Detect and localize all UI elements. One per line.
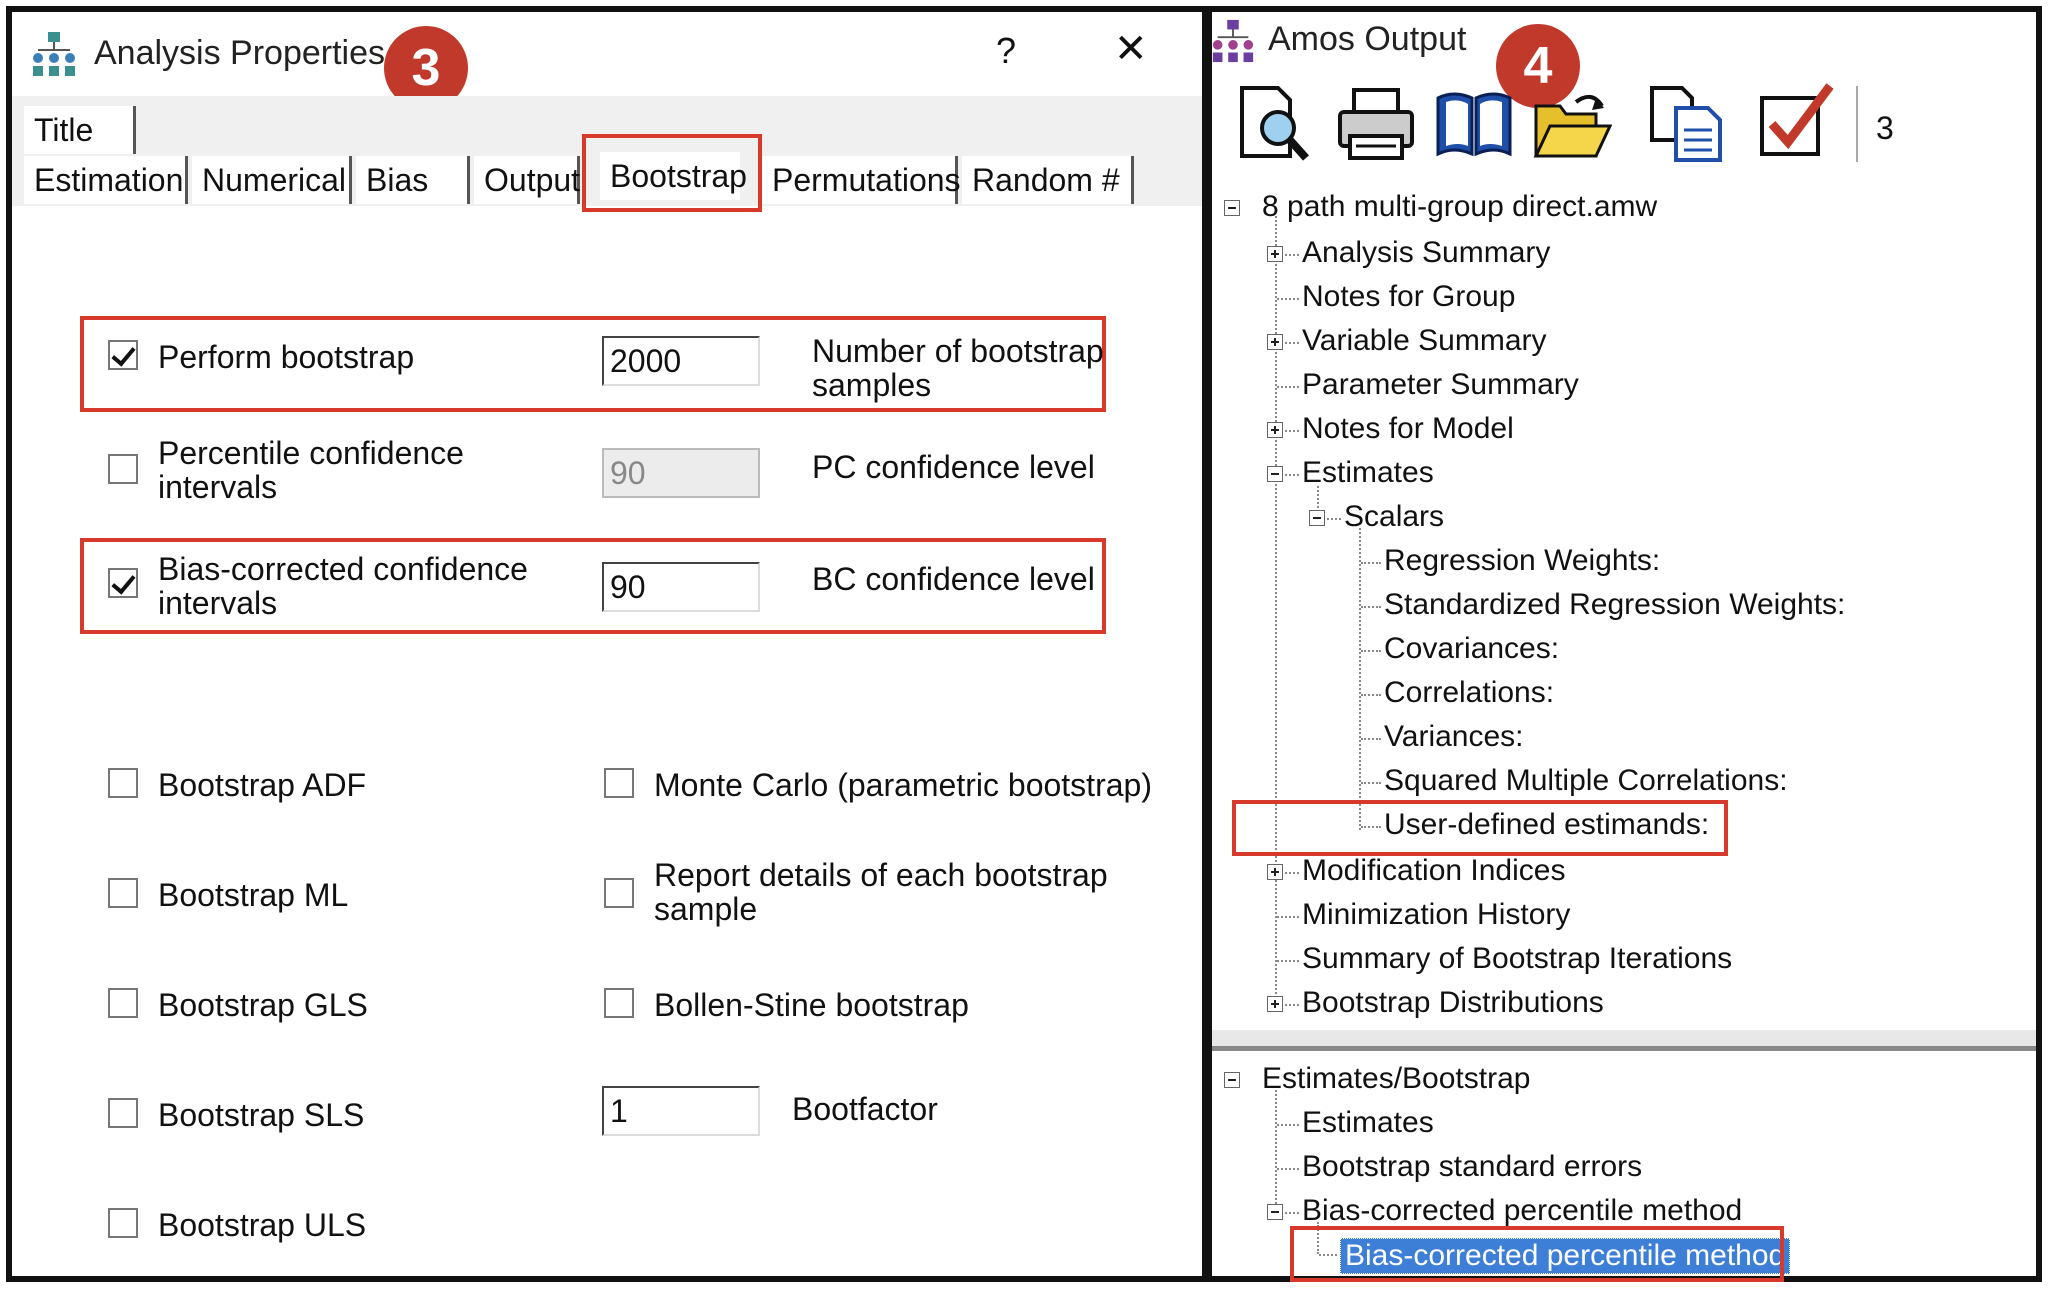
tree-variable-summary[interactable]: Variable Summary	[1302, 324, 1547, 358]
collapse-icon[interactable]	[1224, 1072, 1240, 1088]
bottom-tree-bias-corrected-group[interactable]: Bias-corrected percentile method	[1302, 1194, 1742, 1228]
tab-output[interactable]: Output	[474, 156, 580, 204]
bottom-tree-root[interactable]: Estimates/Bootstrap	[1262, 1062, 1530, 1096]
bias-corrected-method-highlight	[1290, 1226, 1784, 1282]
expand-icon[interactable]	[1267, 422, 1283, 438]
report-details-label-2: sample	[654, 891, 758, 927]
copy-icon[interactable]	[1648, 84, 1728, 164]
expand-icon[interactable]	[1267, 996, 1283, 1012]
bootfactor-input[interactable]: 1	[602, 1086, 760, 1136]
tab-estimation[interactable]: Estimation	[24, 156, 188, 204]
bootstrap-samples-input[interactable]: 2000	[602, 336, 760, 386]
report-details-label: Report details of each bootstrap	[654, 857, 1108, 893]
percentile-ci-label: Percentile confidence	[158, 435, 464, 471]
tree-standardized-regression-weights[interactable]: Standardized Regression Weights:	[1384, 588, 1845, 622]
tree-parameter-summary[interactable]: Parameter Summary	[1302, 368, 1579, 402]
bias-corrected-ci-label-2: intervals	[158, 585, 278, 621]
collapse-icon[interactable]	[1224, 200, 1240, 216]
bootstrap-gls-label: Bootstrap GLS	[158, 987, 368, 1023]
tree-variances[interactable]: Variances:	[1384, 720, 1524, 754]
tree-modification-indices[interactable]: Modification Indices	[1302, 854, 1565, 888]
toolbar-separator	[1856, 86, 1858, 162]
output-window-title: Amos Output	[1268, 20, 1467, 58]
tab-numerical[interactable]: Numerical	[192, 156, 352, 204]
bottom-tree-estimates[interactable]: Estimates	[1302, 1106, 1434, 1140]
print-icon[interactable]	[1336, 84, 1416, 164]
bootstrap-uls-label: Bootstrap ULS	[158, 1207, 367, 1243]
tree-covariances[interactable]: Covariances:	[1384, 632, 1559, 666]
bc-confidence-label: BC confidence level	[812, 561, 1095, 597]
perform-bootstrap-label: Perform bootstrap	[158, 339, 415, 375]
book-icon[interactable]	[1434, 84, 1514, 164]
window-title: Analysis Properties	[94, 34, 386, 72]
perform-bootstrap-checkbox[interactable]	[108, 340, 138, 370]
collapse-icon[interactable]	[1309, 510, 1325, 526]
report-details-checkbox[interactable]	[604, 878, 634, 908]
amos-app-icon	[1212, 19, 1254, 63]
bias-corrected-ci-checkbox[interactable]	[108, 568, 138, 598]
pane-splitter[interactable]	[1212, 1030, 2036, 1051]
expand-icon[interactable]	[1267, 334, 1283, 350]
expand-icon[interactable]	[1267, 246, 1283, 262]
tree-correlations[interactable]: Correlations:	[1384, 676, 1554, 710]
bootstrap-ml-label: Bootstrap ML	[158, 877, 349, 913]
bollen-stine-checkbox[interactable]	[604, 988, 634, 1018]
bootstrap-samples-desc: Number of bootstrap	[812, 333, 1104, 369]
bootstrap-sls-label: Bootstrap SLS	[158, 1097, 365, 1133]
tree-estimates[interactable]: Estimates	[1302, 456, 1434, 490]
bias-corrected-ci-label: Bias-corrected confidence	[158, 551, 528, 587]
bootstrap-ml-checkbox[interactable]	[108, 878, 138, 908]
tree-notes-for-model[interactable]: Notes for Model	[1302, 412, 1514, 446]
bootstrap-tab-highlight	[582, 134, 762, 212]
tree-summary-bootstrap-iterations[interactable]: Summary of Bootstrap Iterations	[1302, 942, 1732, 976]
bootstrap-adf-checkbox[interactable]	[108, 768, 138, 798]
tab-permutations[interactable]: Permutations	[762, 156, 961, 204]
pc-confidence-label: PC confidence level	[812, 449, 1095, 485]
bootstrap-samples-desc-2: samples	[812, 367, 932, 403]
bootstrap-gls-checkbox[interactable]	[108, 988, 138, 1018]
print-preview-icon[interactable]	[1234, 84, 1314, 164]
expand-icon[interactable]	[1267, 864, 1283, 880]
bootstrap-uls-checkbox[interactable]	[108, 1208, 138, 1238]
tree-root[interactable]: 8 path multi-group direct.amw	[1262, 190, 1657, 224]
monte-carlo-label: Monte Carlo (parametric bootstrap)	[654, 767, 1152, 803]
tree-squared-multiple-correlations[interactable]: Squared Multiple Correlations:	[1384, 764, 1788, 798]
user-defined-estimands-highlight	[1232, 800, 1728, 856]
checkbox-icon[interactable]	[1756, 80, 1836, 160]
bootstrap-adf-label: Bootstrap ADF	[158, 767, 367, 803]
tab-title[interactable]: Title	[24, 106, 136, 154]
bc-confidence-input[interactable]: 90	[602, 562, 760, 612]
bollen-stine-label: Bollen-Stine bootstrap	[654, 987, 969, 1023]
bootstrap-sls-checkbox[interactable]	[108, 1098, 138, 1128]
tree-bootstrap-distributions[interactable]: Bootstrap Distributions	[1302, 986, 1604, 1020]
tab-bias[interactable]: Bias	[356, 156, 470, 204]
percentile-ci-checkbox[interactable]	[108, 454, 138, 484]
open-folder-icon[interactable]	[1532, 84, 1612, 164]
help-button[interactable]: ?	[996, 30, 1016, 72]
collapse-icon[interactable]	[1267, 466, 1283, 482]
tab-random[interactable]: Random #	[962, 156, 1134, 204]
pc-confidence-input: 90	[602, 448, 760, 498]
tree-minimization-history[interactable]: Minimization History	[1302, 898, 1570, 932]
tree-analysis-summary[interactable]: Analysis Summary	[1302, 236, 1550, 270]
close-icon[interactable]: ✕	[1114, 26, 1148, 72]
tree-regression-weights[interactable]: Regression Weights:	[1384, 544, 1660, 578]
amos-app-icon	[33, 32, 75, 76]
collapse-icon[interactable]	[1267, 1204, 1283, 1220]
tree-notes-for-group[interactable]: Notes for Group	[1302, 280, 1515, 314]
monte-carlo-checkbox[interactable]	[604, 768, 634, 798]
bootfactor-label: Bootfactor	[792, 1091, 938, 1127]
percentile-ci-label-2: intervals	[158, 469, 278, 505]
group-count: 3	[1876, 110, 1894, 146]
bottom-tree-bootstrap-standard-errors[interactable]: Bootstrap standard errors	[1302, 1150, 1642, 1184]
